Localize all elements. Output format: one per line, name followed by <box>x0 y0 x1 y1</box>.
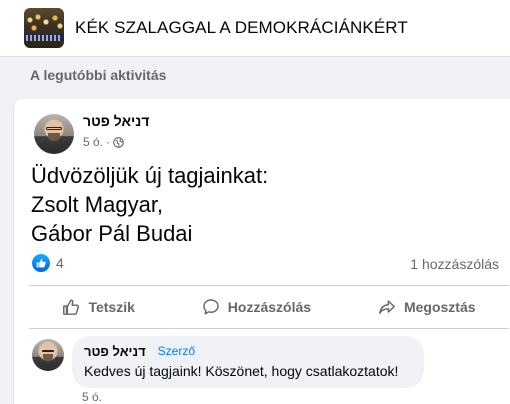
share-button[interactable]: Megosztás <box>364 292 490 322</box>
share-icon <box>378 298 396 316</box>
avatar-glasses <box>46 127 62 131</box>
post-time[interactable]: 5 ó. <box>83 135 103 149</box>
post-text-line: Gábor Pál Budai <box>31 221 193 246</box>
avatar-beard <box>48 133 60 142</box>
comment-header: דניאל פטר Szerző <box>84 343 412 359</box>
like-label: Tetszik <box>88 299 135 315</box>
reaction-count: 4 <box>56 255 64 271</box>
meta-separator: · <box>106 135 111 149</box>
comment-bubble: דניאל פטר Szerző Kedves új tagjaink! Kös… <box>72 336 424 388</box>
share-label: Megosztás <box>403 299 476 315</box>
comments-count[interactable]: 1 hozzászólás <box>410 256 499 272</box>
post-actions: Tetszik Hozzászólás Megosztás <box>29 289 509 325</box>
group-cover-thumbnail[interactable] <box>24 8 64 48</box>
reactions-summary[interactable]: 4 <box>32 254 64 272</box>
author-avatar[interactable] <box>34 114 74 154</box>
crowd-lights <box>24 12 64 34</box>
commenter-avatar[interactable] <box>32 339 64 371</box>
comment-text: Kedves új tagjaink! Köszönet, hogy csatl… <box>84 363 399 379</box>
group-name[interactable]: KÉK SZALAGGAL A DEMOKRÁCIÁNKÉRT <box>75 18 408 38</box>
comment-author[interactable]: דניאל פטר <box>84 344 146 359</box>
comment-button[interactable]: Hozzászólás <box>188 292 325 322</box>
post-text-line: Üdvözöljük új tagjainkat: <box>31 163 269 188</box>
divider <box>29 285 509 286</box>
author-badge: Szerző <box>153 343 200 359</box>
section-title: A legutóbbi aktivitás <box>30 67 167 83</box>
post-author[interactable]: דניאל פטר <box>83 113 149 129</box>
post-card: דניאל פטר 5 ó. · Üdvözöljük új tagjainka… <box>14 99 510 404</box>
post-body: Üdvözöljük új tagjainkat: Zsolt Magyar, … <box>31 161 268 248</box>
comment-label: Hozzászólás <box>227 299 312 315</box>
group-header: KÉK SZALAGGAL A DEMOKRÁCIÁNKÉRT <box>0 0 510 57</box>
post-text-line: Zsolt Magyar, <box>31 192 164 217</box>
cover-band-text <box>26 35 62 41</box>
comment-icon <box>202 298 220 316</box>
thumbs-up-icon <box>62 298 80 316</box>
like-button[interactable]: Tetszik <box>48 292 148 322</box>
like-icon <box>32 254 50 272</box>
avatar-glasses <box>41 349 55 353</box>
divider <box>29 328 509 329</box>
post-meta: 5 ó. · <box>83 135 124 149</box>
avatar-beard <box>43 354 53 361</box>
globe-icon[interactable] <box>113 136 124 148</box>
comment-time[interactable]: 5 ó. <box>82 390 102 404</box>
